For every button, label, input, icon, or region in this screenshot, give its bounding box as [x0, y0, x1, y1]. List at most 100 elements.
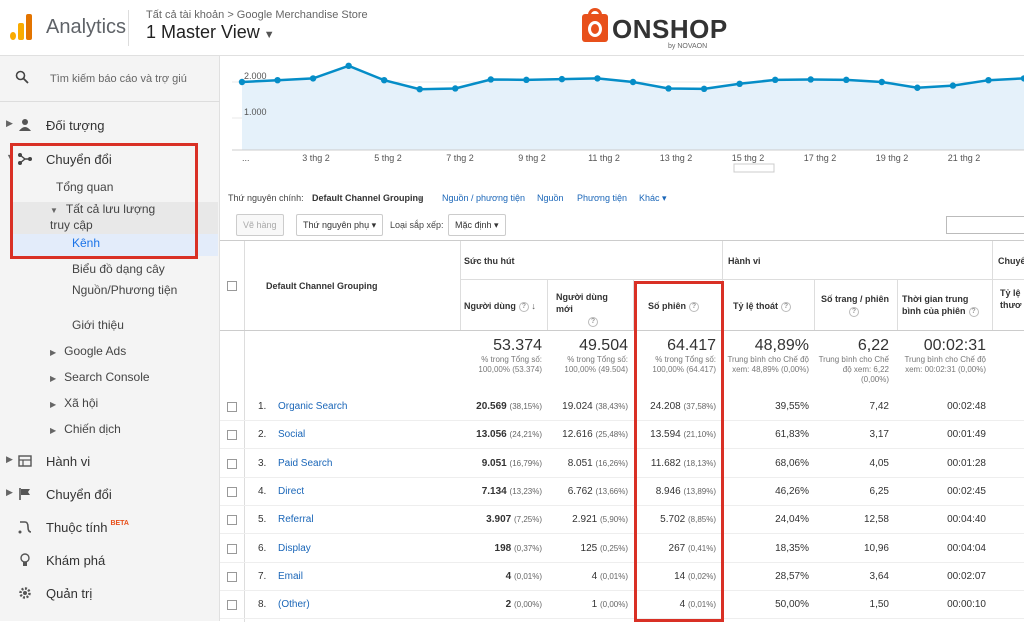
analytics-logo-icon[interactable]: [10, 14, 34, 40]
pages-per-session-column-header[interactable]: Số trang / phiên?: [821, 293, 891, 317]
data-point[interactable]: [345, 62, 352, 69]
sidebar-item-admin[interactable]: Quản trị: [0, 582, 220, 606]
dimension-link-source-medium[interactable]: Nguồn / phương tiện: [442, 193, 525, 203]
channel-link[interactable]: Organic Search: [278, 401, 347, 412]
data-point[interactable]: [878, 78, 886, 86]
select-all-checkbox[interactable]: [227, 281, 237, 291]
duration-value: 00:02:48: [947, 401, 986, 412]
row-index: 1.: [258, 401, 267, 412]
bounce-value: 28,57%: [775, 570, 809, 582]
help-icon[interactable]: ?: [968, 306, 979, 317]
channel-link[interactable]: Referral: [278, 514, 314, 525]
help-icon[interactable]: ?: [518, 301, 529, 312]
help-icon[interactable]: ?: [588, 316, 598, 327]
data-point[interactable]: [487, 76, 495, 83]
data-point[interactable]: [949, 82, 957, 89]
sidebar-item-behavior[interactable]: ▶ Hành vi: [0, 450, 220, 474]
view-selector[interactable]: 1 Master View ▼: [146, 22, 275, 43]
users-column-header[interactable]: Người dùng? ↓: [464, 301, 536, 312]
data-point[interactable]: [452, 85, 459, 92]
new-users-column-header[interactable]: Người dùng mới?: [556, 291, 626, 327]
sort-type-dropdown[interactable]: Mặc định ▾: [448, 214, 506, 236]
plot-rows-button[interactable]: Vẽ hàng: [236, 214, 284, 236]
dimension-link-medium[interactable]: Phương tiện: [577, 193, 627, 203]
data-point[interactable]: [843, 76, 850, 84]
new-users-value: 1: [591, 599, 598, 611]
avg-session-duration-column-header[interactable]: Thời gian trung bình của phiên?: [902, 293, 988, 317]
row-index: 8.: [258, 599, 267, 611]
sidebar-item-attribution[interactable]: Thuộc tính BETA: [0, 516, 220, 540]
data-point[interactable]: [914, 84, 921, 91]
new-users-value: 8.051: [567, 457, 593, 469]
table-row: 7. Email 4 (0,01%) 4 (0,01%) 14 (0,02%) 28,57…: [220, 563, 1024, 591]
total-new-users: 49.504: [579, 337, 628, 354]
data-point[interactable]: [736, 80, 743, 87]
conversion-rate-column-header[interactable]: Tỷ lệ thươ: [1000, 287, 1024, 311]
sidebar-item-audience[interactable]: ▶ Đối tượng: [0, 114, 220, 138]
chevron-right-icon: ▶: [6, 118, 13, 128]
chart-resize-handle[interactable]: [733, 163, 775, 173]
data-point[interactable]: [416, 86, 423, 93]
table-search-input[interactable]: [946, 216, 1024, 234]
row-checkbox[interactable]: [227, 486, 237, 497]
sidebar-item-conversions[interactable]: ▶ Chuyển đổi: [0, 483, 220, 507]
data-point[interactable]: [985, 77, 992, 84]
x-tick-label: 17 thg 2: [804, 153, 837, 163]
dimension-link-source[interactable]: Nguồn: [537, 193, 564, 203]
data-point[interactable]: [771, 76, 779, 84]
x-tick-label: 11 thg 2: [588, 153, 620, 163]
data-point[interactable]: [309, 75, 317, 82]
secondary-dimension-dropdown[interactable]: Thứ nguyên phụ ▾: [296, 214, 384, 236]
users-header-label: Người dùng: [464, 301, 516, 311]
bounce-value: 24,04%: [775, 514, 809, 526]
sidebar-item-google-ads[interactable]: ▶ Google Ads: [50, 344, 126, 358]
new-users-pct: (0,25%): [599, 543, 628, 553]
channel-link[interactable]: Email: [278, 571, 303, 582]
primary-dimension-value[interactable]: Default Channel Grouping: [312, 193, 424, 203]
data-point[interactable]: [700, 85, 708, 93]
data-point[interactable]: [380, 77, 388, 84]
dimension-link-other[interactable]: Khác: [639, 193, 660, 203]
bounce-rate-column-header[interactable]: Tỷ lệ thoát?: [733, 301, 792, 312]
row-checkbox[interactable]: [227, 600, 237, 611]
data-point[interactable]: [594, 75, 601, 82]
users-value: 9.051: [481, 457, 507, 469]
users-value: 7.134: [481, 485, 507, 497]
data-point[interactable]: [807, 76, 814, 83]
row-checkbox[interactable]: [227, 571, 237, 582]
sidebar-item-social[interactable]: ▶ Xã hội: [50, 396, 98, 410]
sidebar-item-discover[interactable]: Khám phá: [0, 549, 220, 573]
bounce-value: 50,00%: [775, 599, 809, 611]
breadcrumb[interactable]: Tất cả tài khoản > Google Merchandise St…: [146, 9, 368, 21]
help-icon[interactable]: ?: [781, 301, 792, 312]
channel-link[interactable]: Display: [278, 543, 311, 554]
data-point[interactable]: [558, 75, 566, 83]
channel-link[interactable]: Paid Search: [278, 458, 332, 469]
sidebar-divider: [0, 101, 220, 102]
data-point[interactable]: [523, 76, 530, 84]
row-checkbox[interactable]: [227, 430, 237, 441]
sidebar-item-search-console[interactable]: ▶ Search Console: [50, 370, 150, 384]
duration-value: 00:01:49: [947, 429, 986, 441]
channel-link[interactable]: Social: [278, 429, 305, 440]
row-checkbox[interactable]: [227, 515, 237, 526]
bounce-value: 68,06%: [775, 457, 809, 469]
dimension-header[interactable]: Default Channel Grouping: [266, 281, 378, 291]
sidebar-search[interactable]: Tìm kiếm báo cáo và trợ giú: [0, 56, 220, 102]
sidebar-item-campaigns[interactable]: ▶ Chiến dịch: [50, 422, 121, 436]
row-checkbox[interactable]: [227, 543, 237, 554]
help-icon[interactable]: ?: [849, 306, 859, 317]
y-tick-label: 1.000: [244, 107, 267, 117]
data-point[interactable]: [665, 85, 672, 92]
row-checkbox[interactable]: [227, 458, 237, 469]
data-point[interactable]: [629, 78, 637, 86]
channel-link[interactable]: (Other): [278, 599, 310, 610]
channel-link[interactable]: Direct: [278, 486, 304, 497]
data-point[interactable]: [274, 77, 281, 84]
sidebar-item-referrals[interactable]: Giới thiệu: [72, 318, 124, 332]
duration-value: 00:02:07: [947, 570, 986, 582]
row-checkbox[interactable]: [227, 402, 237, 412]
sidebar-item-source-medium[interactable]: Nguồn/Phương tiện: [72, 283, 182, 297]
search-icon: [15, 70, 29, 84]
sidebar-item-treemap[interactable]: Biểu đồ dạng cây: [72, 262, 165, 276]
